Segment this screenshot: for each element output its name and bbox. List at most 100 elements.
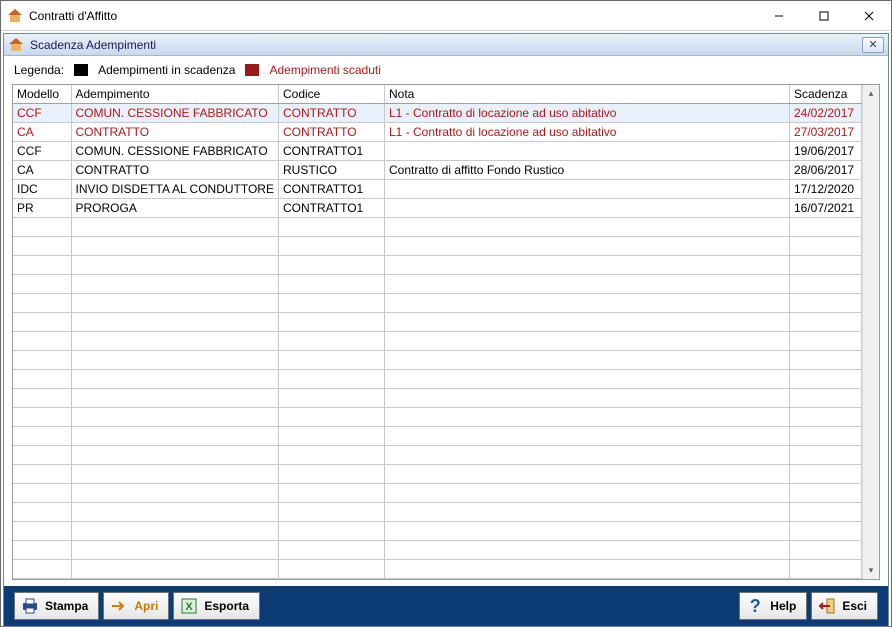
cell-empty	[278, 503, 384, 522]
help-label: Help	[770, 599, 796, 613]
cell-empty	[790, 351, 862, 370]
cell-empty	[278, 294, 384, 313]
cell-empty	[790, 408, 862, 427]
table-row-empty[interactable]	[13, 560, 862, 579]
table-row-empty[interactable]	[13, 313, 862, 332]
esporta-button[interactable]: X Esporta	[173, 592, 260, 620]
panel-window: Scadenza Adempimenti ✕ Legenda: Adempime…	[3, 33, 889, 627]
cell-empty	[13, 370, 71, 389]
cell-empty	[384, 522, 789, 541]
cell-empty	[384, 313, 789, 332]
esci-button[interactable]: Esci	[811, 592, 878, 620]
cell-scadenza: 16/07/2021	[790, 199, 862, 218]
close-button[interactable]	[846, 1, 891, 30]
table-row-empty[interactable]	[13, 389, 862, 408]
table-row-empty[interactable]	[13, 237, 862, 256]
panel-icon	[8, 37, 24, 53]
col-header-adempimento[interactable]: Adempimento	[71, 85, 278, 104]
table-row-empty[interactable]	[13, 256, 862, 275]
cell-empty	[71, 237, 278, 256]
table-row[interactable]: IDCINVIO DISDETTA AL CONDUTTORECONTRATTO…	[13, 180, 862, 199]
cell-empty	[384, 541, 789, 560]
window-title: Contratti d'Affitto	[29, 9, 756, 23]
table-row-empty[interactable]	[13, 446, 862, 465]
cell-empty	[278, 446, 384, 465]
cell-modello: PR	[13, 199, 71, 218]
swatch-red-icon	[245, 64, 259, 76]
table-row-empty[interactable]	[13, 465, 862, 484]
apri-label: Apri	[134, 599, 158, 613]
cell-empty	[278, 313, 384, 332]
table-row-empty[interactable]	[13, 275, 862, 294]
table-row[interactable]: CACONTRATTORUSTICOContratto di affitto F…	[13, 161, 862, 180]
panel-titlebar[interactable]: Scadenza Adempimenti ✕	[4, 34, 888, 56]
table-row[interactable]: CCFCOMUN. CESSIONE FABBRICATOCONTRATTO11…	[13, 142, 862, 161]
cell-empty	[384, 446, 789, 465]
panel-title: Scadenza Adempimenti	[30, 38, 862, 52]
cell-empty	[278, 408, 384, 427]
cell-nota	[384, 199, 789, 218]
table-row-empty[interactable]	[13, 332, 862, 351]
table-row-empty[interactable]	[13, 218, 862, 237]
cell-empty	[13, 237, 71, 256]
cell-empty	[384, 275, 789, 294]
cell-empty	[13, 408, 71, 427]
cell-empty	[71, 351, 278, 370]
printer-icon	[21, 597, 39, 615]
cell-empty	[71, 275, 278, 294]
cell-empty	[71, 446, 278, 465]
cell-empty	[278, 560, 384, 579]
cell-adempimento: CONTRATTO	[71, 161, 278, 180]
scroll-down-button[interactable]: ▾	[863, 562, 880, 579]
excel-icon: X	[180, 597, 198, 615]
table-row-empty[interactable]	[13, 408, 862, 427]
table-row-empty[interactable]	[13, 427, 862, 446]
cell-empty	[13, 541, 71, 560]
cell-empty	[13, 275, 71, 294]
table-row-empty[interactable]	[13, 503, 862, 522]
stampa-button[interactable]: Stampa	[14, 592, 99, 620]
cell-empty	[790, 332, 862, 351]
col-header-codice[interactable]: Codice	[278, 85, 384, 104]
table-row-empty[interactable]	[13, 522, 862, 541]
col-header-modello[interactable]: Modello	[13, 85, 71, 104]
esporta-label: Esporta	[204, 599, 249, 613]
table-row-empty[interactable]	[13, 351, 862, 370]
cell-scadenza: 28/06/2017	[790, 161, 862, 180]
scroll-up-button[interactable]: ▴	[863, 85, 880, 102]
cell-empty	[790, 389, 862, 408]
cell-codice: CONTRATTO	[278, 123, 384, 142]
cell-empty	[790, 370, 862, 389]
cell-empty	[71, 256, 278, 275]
cell-nota: Contratto di affitto Fondo Rustico	[384, 161, 789, 180]
cell-empty	[790, 522, 862, 541]
col-header-nota[interactable]: Nota	[384, 85, 789, 104]
table-row-empty[interactable]	[13, 294, 862, 313]
help-button[interactable]: ? Help	[739, 592, 807, 620]
cell-nota	[384, 180, 789, 199]
cell-empty	[790, 218, 862, 237]
data-grid[interactable]: Modello Adempimento Codice Nota Scadenza…	[13, 85, 862, 579]
apri-button[interactable]: Apri	[103, 592, 169, 620]
cell-empty	[13, 313, 71, 332]
table-row-empty[interactable]	[13, 370, 862, 389]
table-row-empty[interactable]	[13, 541, 862, 560]
panel-close-button[interactable]: ✕	[862, 37, 884, 53]
cell-adempimento: COMUN. CESSIONE FABBRICATO	[71, 104, 278, 123]
cell-empty	[384, 465, 789, 484]
window-titlebar[interactable]: Contratti d'Affitto	[1, 1, 891, 31]
esci-label: Esci	[842, 599, 867, 613]
table-row-empty[interactable]	[13, 484, 862, 503]
table-row[interactable]: CACONTRATTOCONTRATTOL1 - Contratto di lo…	[13, 123, 862, 142]
col-header-scadenza[interactable]: Scadenza	[790, 85, 862, 104]
cell-empty	[384, 294, 789, 313]
table-row[interactable]: PRPROROGACONTRATTO116/07/2021	[13, 199, 862, 218]
cell-empty	[790, 446, 862, 465]
chevron-up-icon: ▴	[869, 88, 874, 99]
maximize-button[interactable]	[801, 1, 846, 30]
vertical-scrollbar[interactable]: ▴ ▾	[862, 85, 879, 579]
table-row[interactable]: CCFCOMUN. CESSIONE FABBRICATOCONTRATTOL1…	[13, 104, 862, 123]
minimize-button[interactable]	[756, 1, 801, 30]
cell-empty	[71, 560, 278, 579]
cell-empty	[71, 370, 278, 389]
